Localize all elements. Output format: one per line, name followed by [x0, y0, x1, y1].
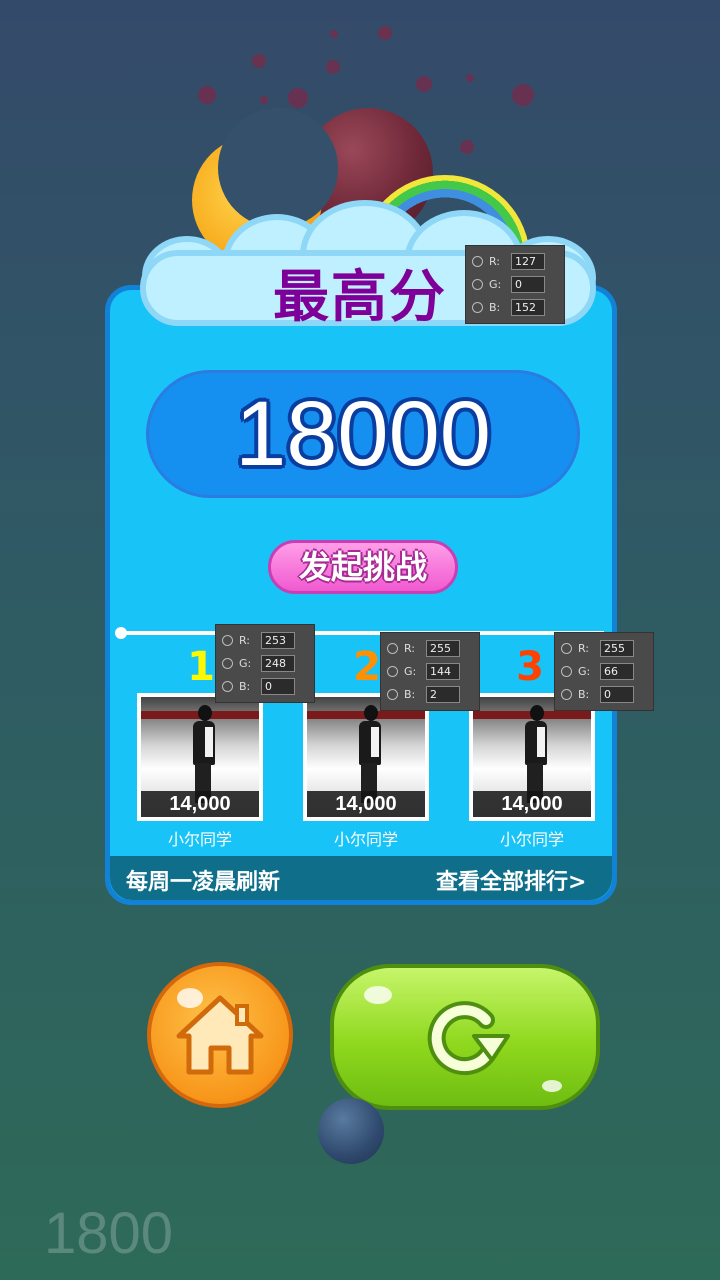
- home-icon: [176, 995, 264, 1075]
- decor-dot: [198, 86, 216, 104]
- decor-dot: [378, 26, 392, 40]
- picker-label: G:: [404, 665, 417, 678]
- player-avatar-1[interactable]: 14,000: [137, 693, 263, 821]
- radio-icon[interactable]: [387, 643, 398, 654]
- ball-decoration: [318, 1098, 384, 1164]
- decor-dot: [416, 76, 432, 92]
- picker-label: G:: [239, 657, 252, 670]
- rank-track: [120, 631, 604, 635]
- picker-value-b[interactable]: 152: [511, 299, 545, 316]
- decor-dot: [512, 84, 534, 106]
- rank-number-2: 2: [353, 644, 381, 690]
- best-score: 18000: [235, 383, 491, 485]
- picker-value-r[interactable]: 255: [426, 640, 460, 657]
- picker-value-g[interactable]: 144: [426, 663, 460, 680]
- picker-value-r[interactable]: 255: [600, 640, 634, 657]
- picker-label: B:: [239, 680, 251, 693]
- picker-label: B:: [404, 688, 416, 701]
- radio-icon[interactable]: [387, 666, 398, 677]
- view-all-ranking-link[interactable]: 查看全部排行>: [436, 864, 586, 896]
- player-score: 14,000: [307, 791, 425, 817]
- replay-icon: [427, 1001, 510, 1076]
- picker-value-g[interactable]: 66: [600, 663, 634, 680]
- picker-label: R:: [489, 255, 501, 268]
- radio-icon[interactable]: [222, 635, 233, 646]
- radio-icon[interactable]: [472, 302, 483, 313]
- radio-icon[interactable]: [472, 279, 483, 290]
- refresh-note: 每周一凌晨刷新: [126, 870, 281, 895]
- page-title: 最高分: [273, 265, 447, 330]
- picker-value-r[interactable]: 253: [261, 632, 295, 649]
- decor-dot: [252, 54, 266, 68]
- decor-dot: [288, 88, 308, 108]
- challenge-button-label[interactable]: 发起挑战: [268, 540, 458, 594]
- picker-label: R:: [239, 634, 251, 647]
- picker-label: B:: [578, 688, 590, 701]
- player-name-3: 小尔同学: [499, 830, 564, 849]
- picker-value-g[interactable]: 0: [511, 276, 545, 293]
- player-avatar-2[interactable]: 14,000: [303, 693, 429, 821]
- radio-icon[interactable]: [222, 658, 233, 669]
- player-name-1: 小尔同学: [167, 830, 232, 849]
- track-dot: [115, 627, 127, 639]
- picker-label: R:: [404, 642, 416, 655]
- color-picker: R: 127 G: 0 B: 152: [465, 245, 565, 324]
- color-picker: R: 255 G: 66 B: 0: [554, 632, 654, 711]
- picker-value-r[interactable]: 127: [511, 253, 545, 270]
- player-avatar-3[interactable]: 14,000: [469, 693, 595, 821]
- radio-icon[interactable]: [387, 689, 398, 700]
- picker-label: R:: [578, 642, 590, 655]
- radio-icon[interactable]: [561, 689, 572, 700]
- radio-icon[interactable]: [561, 643, 572, 654]
- radio-icon[interactable]: [472, 256, 483, 267]
- picker-value-b[interactable]: 0: [261, 678, 295, 695]
- radio-icon[interactable]: [561, 666, 572, 677]
- radio-icon[interactable]: [222, 681, 233, 692]
- background-number: 1800: [44, 1201, 174, 1266]
- picker-label: B:: [489, 301, 501, 314]
- picker-value-g[interactable]: 248: [261, 655, 295, 672]
- decor-dot: [330, 30, 338, 38]
- picker-label: G:: [578, 665, 591, 678]
- rank-number-3: 3: [516, 644, 544, 690]
- player-name-2: 小尔同学: [333, 830, 398, 849]
- gloss-highlight: [364, 986, 392, 1004]
- color-picker: R: 253 G: 248 B: 0: [215, 624, 315, 703]
- player-score: 14,000: [141, 791, 259, 817]
- color-picker: R: 255 G: 144 B: 2: [380, 632, 480, 711]
- picker-value-b[interactable]: 2: [426, 686, 460, 703]
- player-score: 14,000: [473, 791, 591, 817]
- gloss-highlight: [542, 1080, 562, 1092]
- picker-label: G:: [489, 278, 502, 291]
- picker-value-b[interactable]: 0: [600, 686, 634, 703]
- decor-dot: [260, 96, 268, 104]
- decor-dot: [466, 74, 474, 82]
- moon-shadow: [218, 108, 338, 228]
- rank-number-1: 1: [187, 644, 215, 690]
- decor-dot: [460, 140, 474, 154]
- decor-dot: [326, 60, 340, 74]
